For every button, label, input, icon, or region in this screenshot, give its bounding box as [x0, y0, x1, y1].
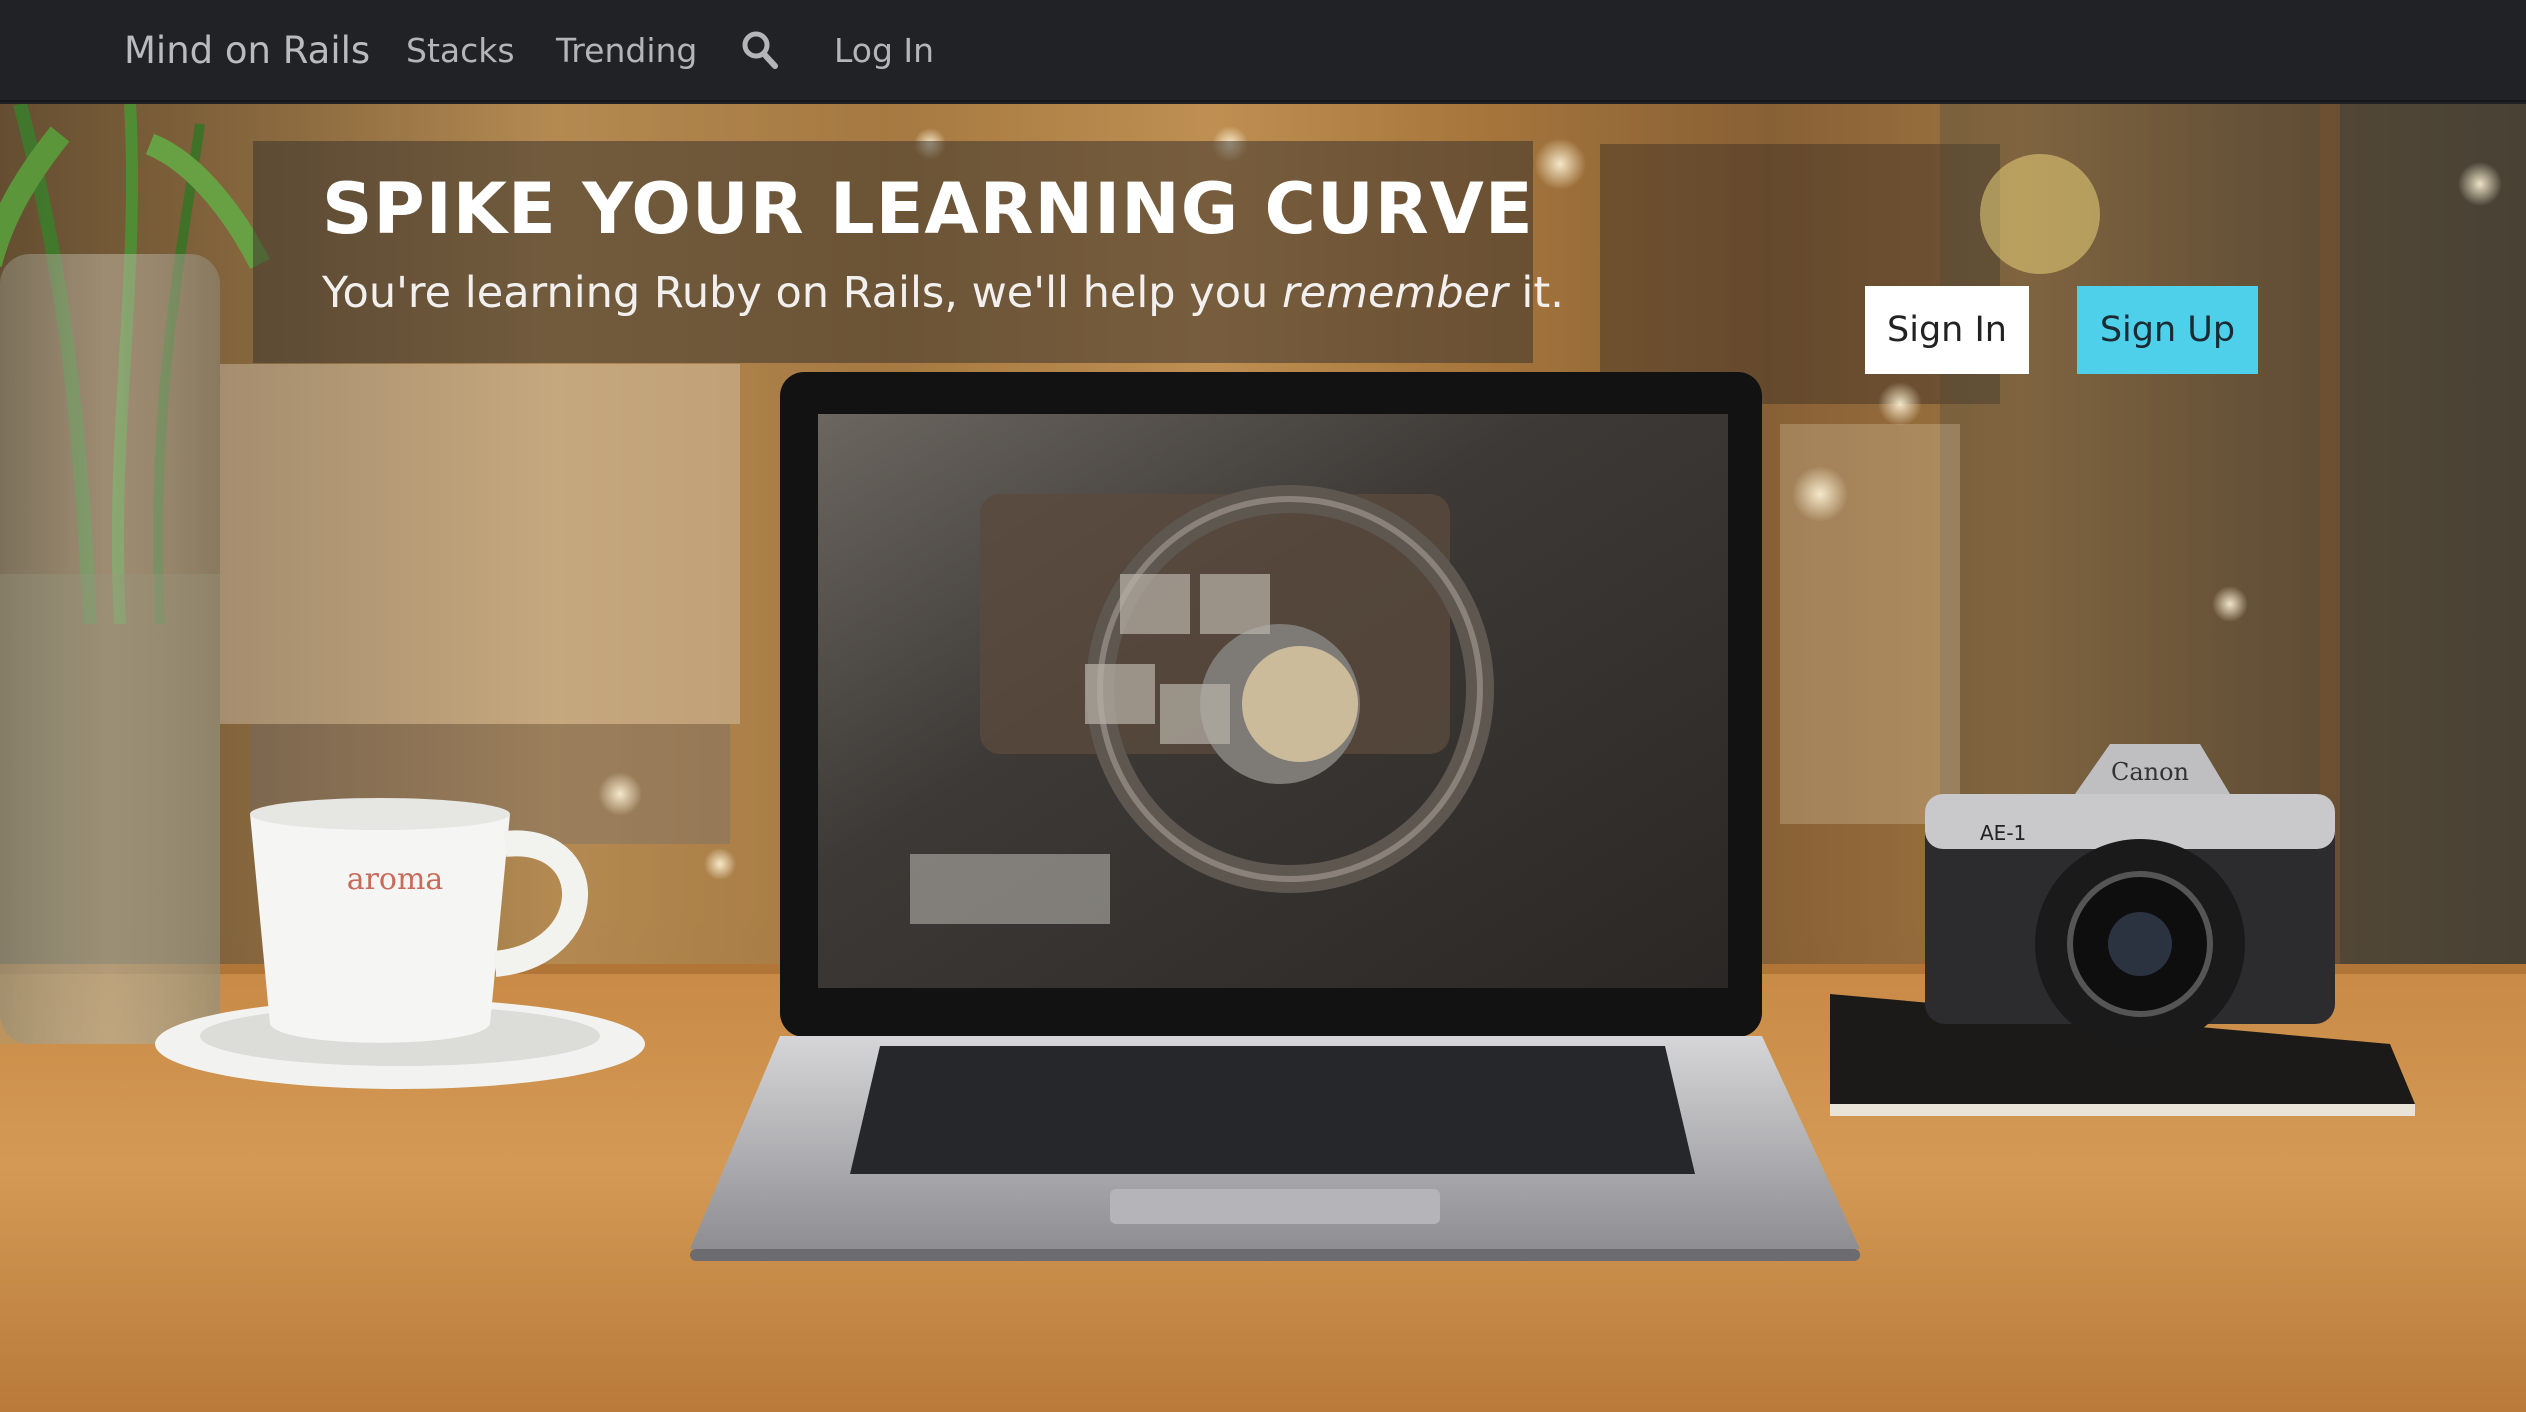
- laptop: [690, 372, 1860, 1261]
- subtitle-text: You're learning Ruby on Rails, we'll hel…: [322, 268, 1282, 318]
- brand-link[interactable]: Mind on Rails: [124, 0, 370, 102]
- sign-up-button[interactable]: Sign Up: [2077, 286, 2258, 374]
- sign-in-button[interactable]: Sign In: [1865, 286, 2029, 374]
- hero-section: aroma Canon AE-1 SPIKE YOUR LEARNING CUR…: [0, 104, 2526, 1412]
- nav-link-login[interactable]: Log In: [834, 0, 934, 102]
- nav-link-trending[interactable]: Trending: [556, 0, 697, 102]
- hero-title: SPIKE YOUR LEARNING CURVE: [322, 168, 1534, 250]
- subtitle-end: it.: [1507, 268, 1564, 318]
- svg-text:aroma: aroma: [347, 862, 444, 897]
- subtitle-emphasis: remember: [1281, 268, 1508, 318]
- top-navbar: Mind on Rails Stacks Trending Log In: [0, 0, 2526, 102]
- search-icon[interactable]: [740, 28, 780, 72]
- svg-text:Canon: Canon: [2111, 758, 2189, 786]
- hero-subtitle: You're learning Ruby on Rails, we'll hel…: [322, 268, 1564, 318]
- nav-link-stacks[interactable]: Stacks: [406, 0, 515, 102]
- svg-text:AE-1: AE-1: [1980, 821, 2026, 845]
